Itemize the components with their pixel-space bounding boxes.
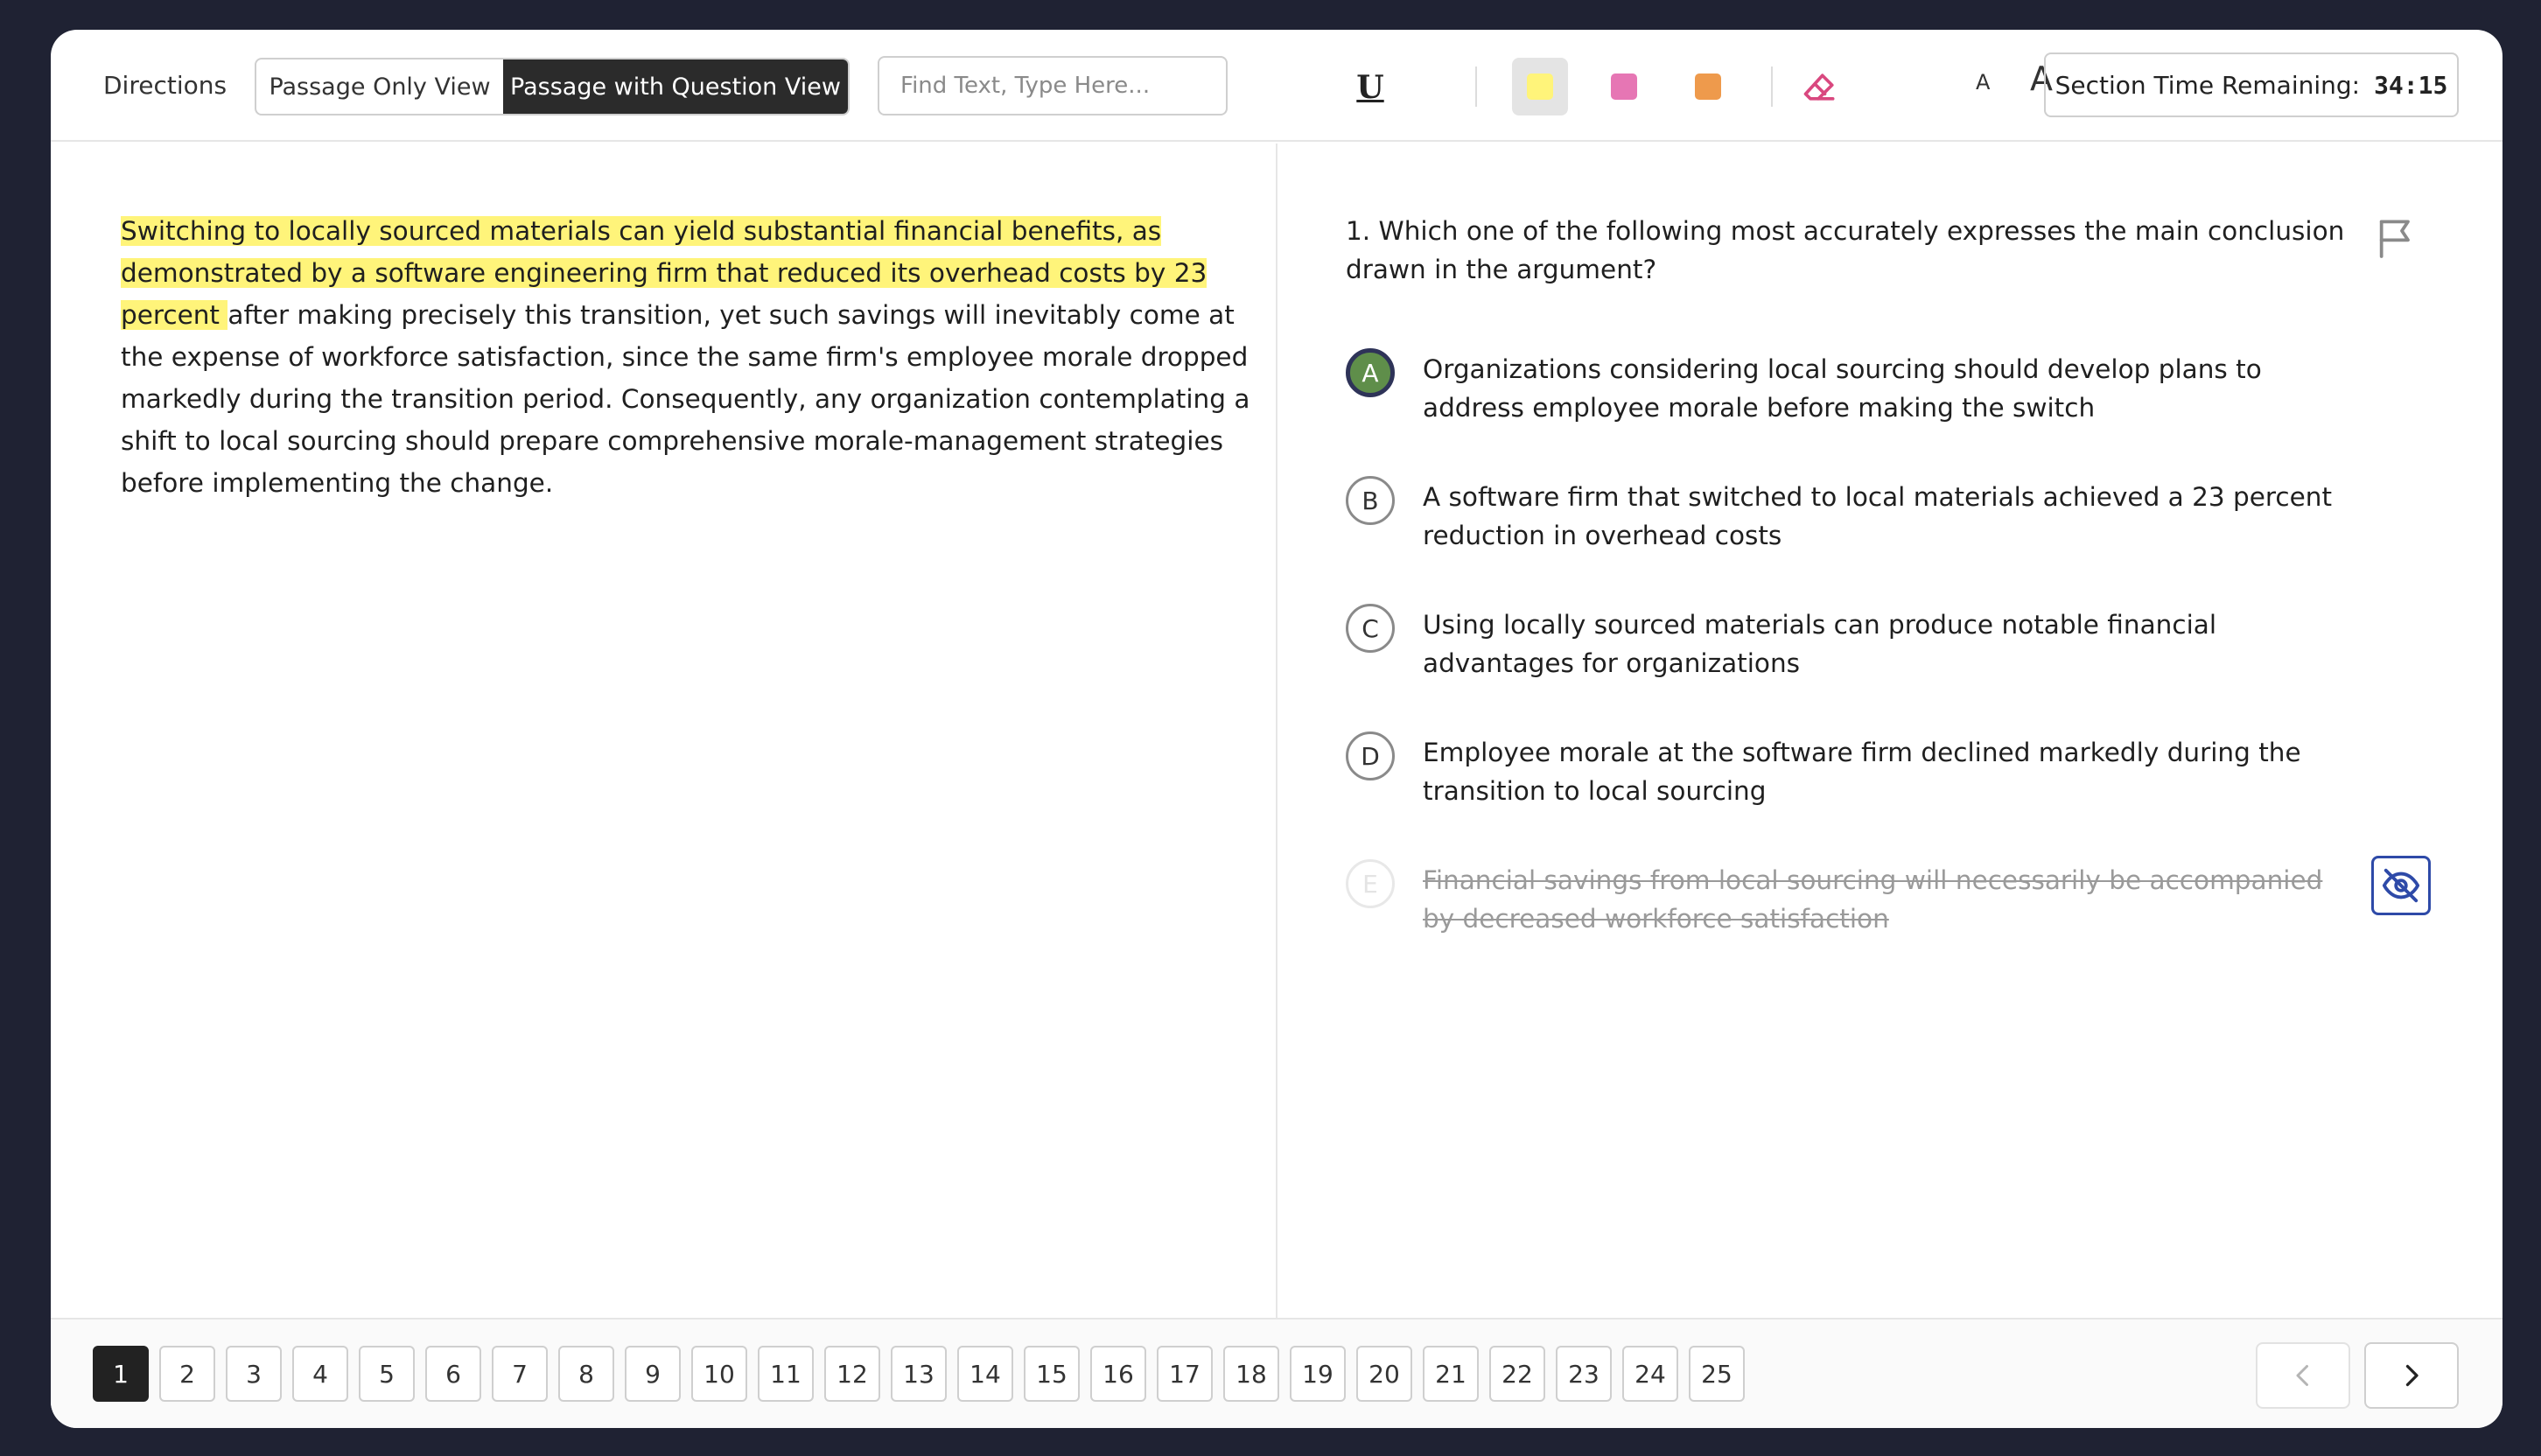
highlight-orange-button[interactable]: [1680, 58, 1736, 116]
choice-text[interactable]: Employee morale at the software firm dec…: [1423, 733, 2342, 810]
flag-icon: [2379, 220, 2410, 258]
section-timer: Section Time Remaining: 34:15: [2044, 52, 2459, 117]
timer-label: Section Time Remaining:: [2054, 70, 2361, 100]
decrease-font-button[interactable]: A: [1976, 70, 1990, 94]
restore-choice-button[interactable]: [2371, 856, 2431, 915]
highlight-yellow-button[interactable]: [1512, 58, 1568, 116]
page-button-20[interactable]: 20: [1356, 1346, 1412, 1402]
page-button-8[interactable]: 8: [558, 1346, 614, 1402]
page-button-5[interactable]: 5: [359, 1346, 415, 1402]
page-button-2[interactable]: 2: [159, 1346, 215, 1402]
passage-plain-text[interactable]: after making precisely this transition, …: [121, 300, 1250, 498]
page-button-21[interactable]: 21: [1423, 1346, 1479, 1402]
choice-text[interactable]: Organizations considering local sourcing…: [1423, 350, 2342, 427]
eraser-button[interactable]: [1794, 61, 1846, 114]
toolbar: Directions Passage Only View Passage wit…: [51, 30, 2502, 142]
page-button-15[interactable]: 15: [1024, 1346, 1080, 1402]
choice-bubble[interactable]: D: [1346, 732, 1395, 780]
pane-divider: [1276, 144, 1278, 1318]
page-button-22[interactable]: 22: [1489, 1346, 1545, 1402]
choice-bubble[interactable]: C: [1346, 604, 1395, 653]
next-question-button[interactable]: [2364, 1342, 2459, 1409]
choice-bubble[interactable]: B: [1346, 476, 1395, 525]
page-button-7[interactable]: 7: [492, 1346, 548, 1402]
page-button-14[interactable]: 14: [957, 1346, 1013, 1402]
page-button-10[interactable]: 10: [691, 1346, 747, 1402]
passage-only-view-button[interactable]: Passage Only View: [256, 60, 503, 114]
orange-swatch: [1695, 74, 1721, 100]
eraser-icon: [1803, 74, 1835, 101]
page-button-13[interactable]: 13: [891, 1346, 947, 1402]
chevron-left-icon: [2296, 1365, 2308, 1386]
eye-off-icon: [2382, 868, 2420, 903]
underline-button[interactable]: U: [1344, 61, 1396, 114]
page-button-23[interactable]: 23: [1556, 1346, 1612, 1402]
timer-value: 34:15: [2374, 70, 2448, 100]
choice-text[interactable]: A software firm that switched to local m…: [1423, 478, 2342, 555]
yellow-swatch: [1527, 74, 1553, 100]
pink-swatch: [1611, 74, 1637, 100]
page-button-1[interactable]: 1: [93, 1346, 149, 1402]
choice-bubble[interactable]: A: [1346, 348, 1395, 397]
page-button-9[interactable]: 9: [625, 1346, 681, 1402]
page-button-6[interactable]: 6: [425, 1346, 481, 1402]
question-navigation: 1 2 3 4 5 6 7 8 9 10 11 12 13 14 15 16 17 18 19 20 21 22 23 24 2…: [51, 1318, 2502, 1428]
page-button-25[interactable]: 25: [1689, 1346, 1745, 1402]
view-toggle: Passage Only View Passage with Question …: [255, 58, 850, 116]
choice-text[interactable]: Financial savings from local sourcing wi…: [1423, 861, 2342, 938]
directions-link[interactable]: Directions: [103, 68, 227, 103]
page-button-3[interactable]: 3: [226, 1346, 282, 1402]
passage-text[interactable]: Switching to locally sourced materials c…: [121, 210, 1258, 504]
previous-question-button[interactable]: [2256, 1342, 2350, 1409]
highlight-pink-button[interactable]: [1596, 58, 1652, 116]
page-button-4[interactable]: 4: [292, 1346, 348, 1402]
page-button-19[interactable]: 19: [1290, 1346, 1346, 1402]
toolbar-divider: [1475, 66, 1477, 107]
page-button-17[interactable]: 17: [1157, 1346, 1213, 1402]
page-button-24[interactable]: 24: [1622, 1346, 1678, 1402]
choice-bubble[interactable]: E: [1346, 859, 1395, 908]
toolbar-divider: [1771, 66, 1773, 107]
page-list: 1 2 3 4 5 6 7 8 9 10 11 12 13 14 15 16 17 18 19 20 21 22 23 24 2…: [93, 1346, 1745, 1402]
page-button-12[interactable]: 12: [824, 1346, 880, 1402]
page-button-16[interactable]: 16: [1090, 1346, 1146, 1402]
question-stem: 1. Which one of the following most accur…: [1346, 216, 2345, 284]
test-window: Directions Passage Only View Passage wit…: [51, 30, 2502, 1428]
choice-text[interactable]: Using locally sourced materials can prod…: [1423, 606, 2342, 682]
find-text-input[interactable]: [878, 56, 1228, 116]
chevron-right-icon: [2405, 1364, 2418, 1387]
page-button-11[interactable]: 11: [758, 1346, 814, 1402]
flag-question-button[interactable]: [2371, 214, 2420, 262]
passage-with-question-view-button[interactable]: Passage with Question View: [503, 60, 848, 114]
page-button-18[interactable]: 18: [1223, 1346, 1279, 1402]
